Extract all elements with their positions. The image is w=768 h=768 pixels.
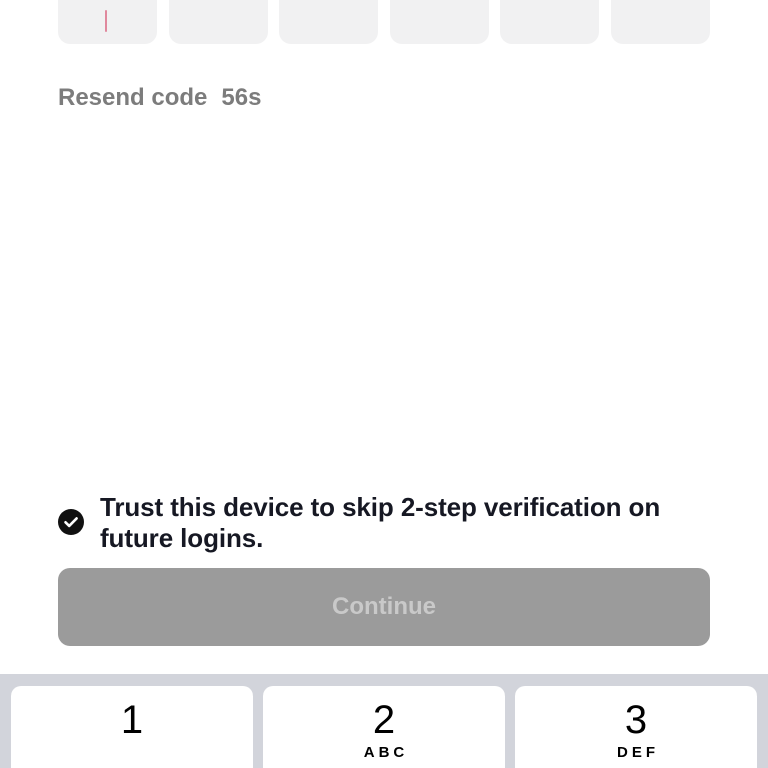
code-box-2[interactable] <box>168 0 268 44</box>
resend-code: Resend code 56s <box>58 84 261 112</box>
text-caret <box>105 10 107 32</box>
code-input-row <box>58 0 710 44</box>
code-box-5[interactable] <box>500 0 600 44</box>
numeric-keypad: 1 2 ABC 3 DEF <box>0 674 768 768</box>
key-letters: ABC <box>363 744 409 761</box>
key-1[interactable]: 1 <box>11 686 253 768</box>
resend-code-label: Resend code <box>58 84 208 111</box>
trust-device-row: Trust this device to skip 2-step verific… <box>58 492 710 554</box>
code-box-4[interactable] <box>389 0 489 44</box>
trust-device-label: Trust this device to skip 2-step verific… <box>100 492 661 553</box>
resend-countdown: 56s <box>221 84 262 111</box>
continue-button[interactable]: Continue <box>58 568 710 646</box>
check-circle-icon[interactable] <box>58 509 84 535</box>
verification-screen: Resend code 56s Trust this device to ski… <box>0 0 768 768</box>
code-box-1[interactable] <box>58 0 157 44</box>
key-2[interactable]: 2 ABC <box>263 686 505 768</box>
code-box-6[interactable] <box>610 0 710 44</box>
key-digit: 1 <box>120 698 144 742</box>
key-letters: DEF <box>617 744 659 761</box>
key-digit: 3 <box>624 698 648 742</box>
key-digit: 2 <box>372 698 396 742</box>
code-box-3[interactable] <box>279 0 379 44</box>
key-3[interactable]: 3 DEF <box>515 686 757 768</box>
